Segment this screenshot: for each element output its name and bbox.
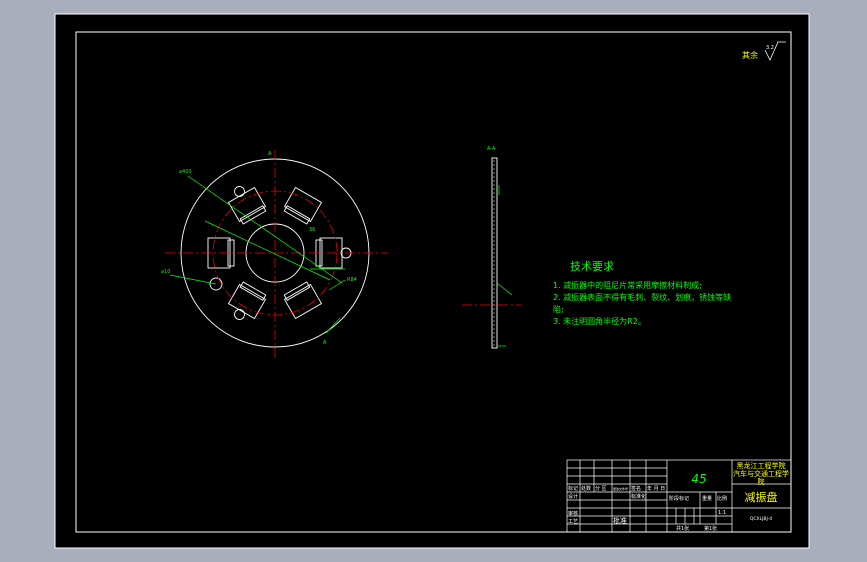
tb-standardize: 标准化 <box>631 493 646 500</box>
tb-design: 设计 <box>568 493 578 500</box>
tb-school-line: 汽车与交通工程学 <box>733 469 789 478</box>
tb-scale-label: 比例 <box>717 495 727 502</box>
tb-drawing-number: QCXLJBJ-4 <box>750 516 772 522</box>
roughness-value: 3.2 <box>766 45 774 51</box>
tech-req-item: 3. 未注明圆角半径为R2。 <box>553 316 646 326</box>
tb-part-name: 减振盘 <box>745 490 778 504</box>
tb-process: 工艺 <box>568 519 578 525</box>
tech-req-item: 2. 减振器表面不得有毛刺、裂纹、划痕，锈蚀等缺 <box>553 292 731 302</box>
tech-req-heading: 技术要求 <box>570 260 614 273</box>
tb-material: 45 <box>691 472 706 486</box>
roughness-label: 其余 <box>742 50 758 60</box>
tech-req-item: 1. 减振器中的阻尼片常采用摩擦材料制成; <box>553 280 702 290</box>
tb-review: 审核 <box>568 510 578 517</box>
tb-label-mark: 标记 <box>568 485 578 492</box>
tb-weight: 重量 <box>702 495 712 502</box>
dim-large-hole: ⌀400 <box>179 169 192 175</box>
tb-label-count: 处数 <box>581 485 591 492</box>
tb-sheets-total: 共1张 <box>676 525 689 532</box>
tb-label-zone: 分 区 <box>595 485 607 492</box>
section-mark-bottom: A <box>323 340 327 346</box>
dim-small-hole: ⌀10 <box>161 269 170 275</box>
dim-pitch: R84 <box>347 277 357 283</box>
tb-label-change: 更改文件号 <box>613 486 628 491</box>
section-mark-top: A <box>268 151 272 157</box>
tb-label-date: 年 月 日 <box>647 485 665 492</box>
tb-label-sign: 签名 <box>631 485 641 492</box>
tech-req-item: 陷; <box>553 304 564 314</box>
tb-sheet-no: 第1张 <box>704 525 717 532</box>
tb-stage-mark: 阶段标记 <box>669 495 689 502</box>
tb-scale: 1:1 <box>718 510 726 516</box>
cad-drawing-canvas: 其余 3.2 ⌀400 ⌀10 36 R84 A A A-A 技术要求 1. 减… <box>54 13 810 549</box>
tb-school-line: 院 <box>758 477 765 486</box>
tb-approve: 批准 <box>613 516 627 525</box>
tb-school-line: 黑龙江工程学院 <box>737 461 786 470</box>
dim-slot: 36 <box>309 227 315 233</box>
section-view-label: A-A <box>487 146 496 152</box>
